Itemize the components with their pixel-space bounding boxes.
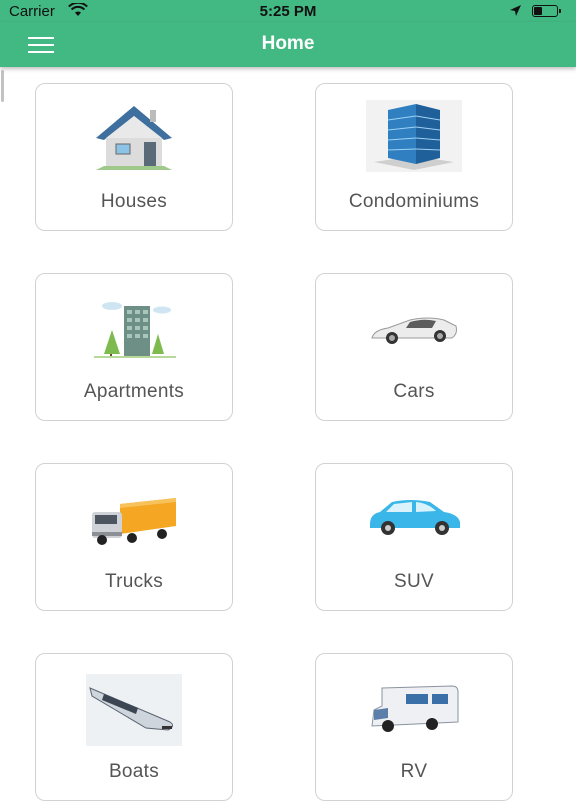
battery-icon [532, 5, 561, 17]
category-label: Houses [100, 191, 168, 212]
category-label: Apartments [83, 381, 185, 402]
category-card-suv[interactable]: SUV [315, 463, 513, 611]
scroll-indicator [1, 70, 4, 102]
status-bar: Carrier 5:25 PM [0, 0, 576, 22]
category-label: Trucks [104, 571, 164, 592]
category-label: Cars [393, 381, 435, 402]
category-card-rv[interactable]: RV [315, 653, 513, 801]
apartment-building-icon [86, 290, 182, 362]
clock: 5:25 PM [259, 3, 317, 20]
category-label: SUV [394, 571, 434, 592]
truck-icon [86, 480, 182, 552]
category-card-cars[interactable]: Cars [315, 273, 513, 421]
rv-camper-icon [366, 680, 462, 752]
category-card-trucks[interactable]: Trucks [35, 463, 233, 611]
nav-bar: Home [0, 22, 576, 67]
category-label: RV [400, 761, 428, 782]
category-label: Boats [108, 761, 160, 782]
category-card-condominiums[interactable]: Condominiums [315, 83, 513, 231]
condominium-building-icon [366, 100, 462, 172]
category-label: Condominiums [348, 191, 480, 212]
category-card-boats[interactable]: Boats [35, 653, 233, 801]
suv-icon [366, 480, 462, 552]
location-arrow-icon [509, 4, 522, 21]
category-card-apartments[interactable]: Apartments [35, 273, 233, 421]
speedboat-icon [86, 674, 182, 746]
sports-car-icon [366, 290, 462, 362]
category-card-houses[interactable]: Houses [35, 83, 233, 231]
house-icon [86, 100, 182, 172]
page-title: Home [261, 33, 315, 54]
